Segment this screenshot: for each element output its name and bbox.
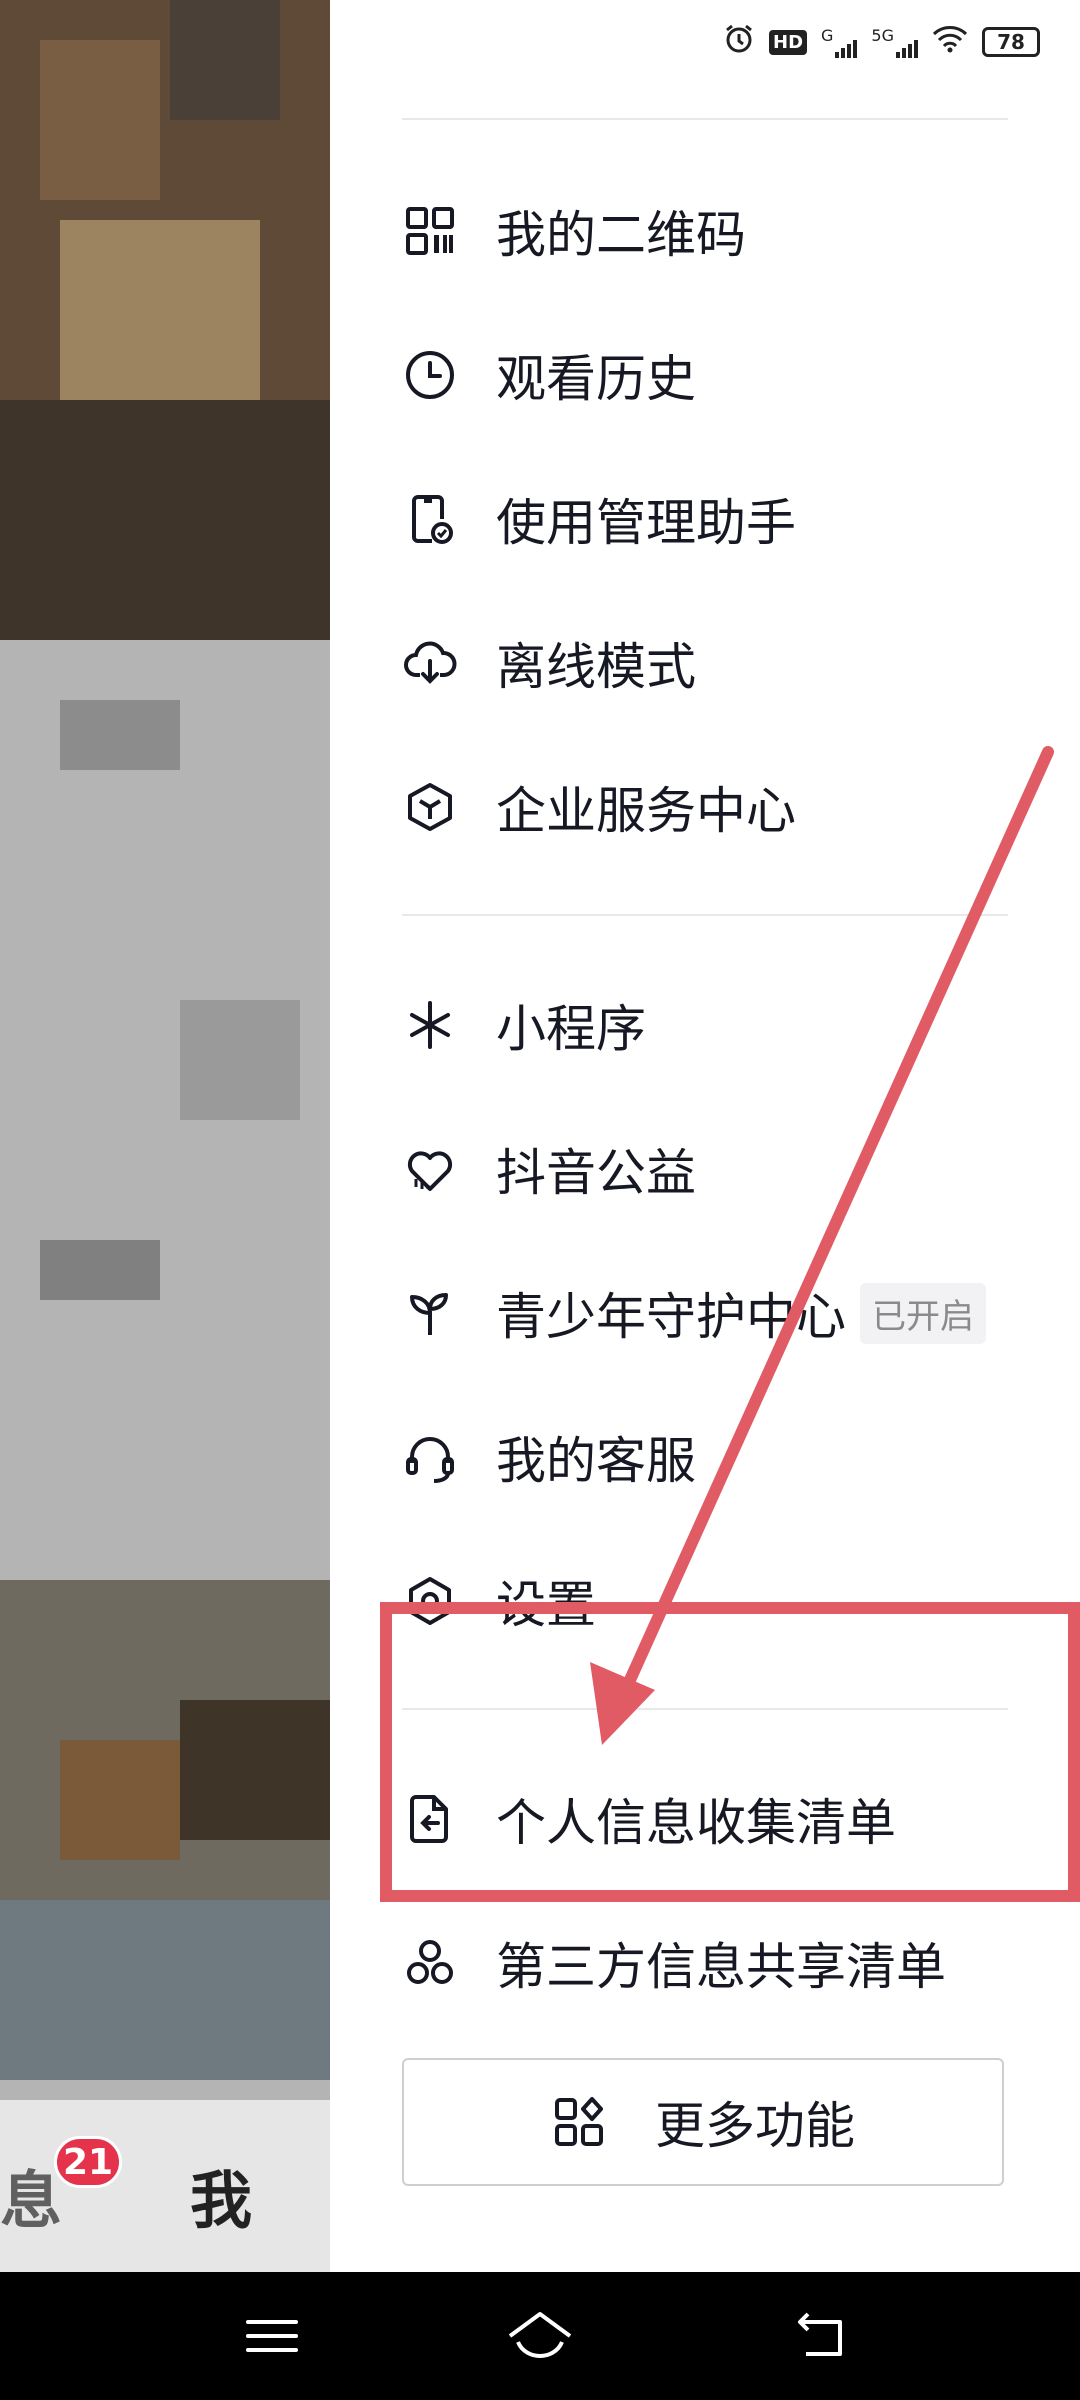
status-badge: 已开启 (860, 1282, 986, 1344)
menu-label: 抖音公益 (496, 1144, 696, 1202)
more-functions-button[interactable]: 更多功能 (402, 2058, 1004, 2186)
signal-1-label: G (821, 26, 834, 45)
alarm-icon (723, 23, 755, 61)
menu-item-customer-service[interactable]: 我的客服 (402, 1402, 1042, 1512)
5g-signal-icon: 5G (871, 26, 918, 58)
clock-icon (402, 347, 458, 403)
menu-label: 小程序 (496, 1000, 646, 1058)
side-drawer: HD G 5G 78 我的二维码 观看历史 使用管理助手 离线模式 企业服务中心… (330, 0, 1080, 2272)
background-feed (0, 0, 330, 2272)
menu-label: 我的二维码 (496, 206, 746, 264)
menu-item-enterprise-service[interactable]: 企业服务中心 (402, 752, 1042, 862)
signal-2-label: 5G (871, 26, 894, 45)
signal-icon: G (821, 26, 858, 58)
tab-message[interactable]: 息 (0, 2150, 62, 2240)
menu-label: 使用管理助手 (496, 494, 796, 552)
menu-item-mini-program[interactable]: 小程序 (402, 970, 1042, 1080)
menu-item-offline-mode[interactable]: 离线模式 (402, 608, 1042, 718)
headset-icon (402, 1429, 458, 1485)
hd-icon: HD (769, 29, 808, 55)
menu-label: 青少年守护中心 (496, 1288, 846, 1346)
menu-label: 离线模式 (496, 638, 696, 696)
menu-label: 我的客服 (496, 1432, 696, 1490)
menu-label: 第三方信息共享清单 (496, 1938, 946, 1996)
menu-item-third-party-sharing[interactable]: 第三方信息共享清单 (402, 1908, 1042, 2018)
menu-item-teen-guardian[interactable]: 青少年守护中心 已开启 (402, 1258, 1042, 1368)
menu-nav-button[interactable] (236, 2300, 308, 2372)
home-nav-button[interactable] (504, 2300, 576, 2372)
cloud-download-icon (402, 635, 458, 691)
wifi-icon (932, 25, 968, 59)
divider-top (402, 118, 1008, 120)
cube-icon (402, 779, 458, 835)
menu-label: 观看历史 (496, 350, 696, 408)
system-nav-bar (0, 2272, 1080, 2400)
heart-charity-icon (402, 1141, 458, 1197)
three-circles-icon (402, 1935, 458, 1991)
more-functions-label: 更多功能 (655, 2097, 855, 2155)
divider-1 (402, 914, 1008, 916)
menu-item-usage-assistant[interactable]: 使用管理助手 (402, 464, 1042, 574)
highlight-box (380, 1602, 1080, 1902)
qr-code-icon (402, 203, 458, 259)
back-nav-button[interactable] (786, 2300, 858, 2372)
grid-icon (551, 2094, 607, 2150)
menu-item-watch-history[interactable]: 观看历史 (402, 320, 1042, 430)
blurred-video-thumbnail (0, 0, 330, 2100)
message-count-badge: 21 (54, 2136, 123, 2188)
status-bar: HD G 5G 78 (723, 22, 1040, 62)
tab-me[interactable]: 我 (190, 2150, 252, 2240)
battery-icon: 78 (982, 27, 1040, 57)
sprout-icon (402, 1285, 458, 1341)
menu-item-charity[interactable]: 抖音公益 (402, 1114, 1042, 1224)
phone-check-icon (402, 491, 458, 547)
menu-item-qr-code[interactable]: 我的二维码 (402, 176, 1042, 286)
mini-program-icon (402, 997, 458, 1053)
menu-label: 企业服务中心 (496, 782, 796, 840)
